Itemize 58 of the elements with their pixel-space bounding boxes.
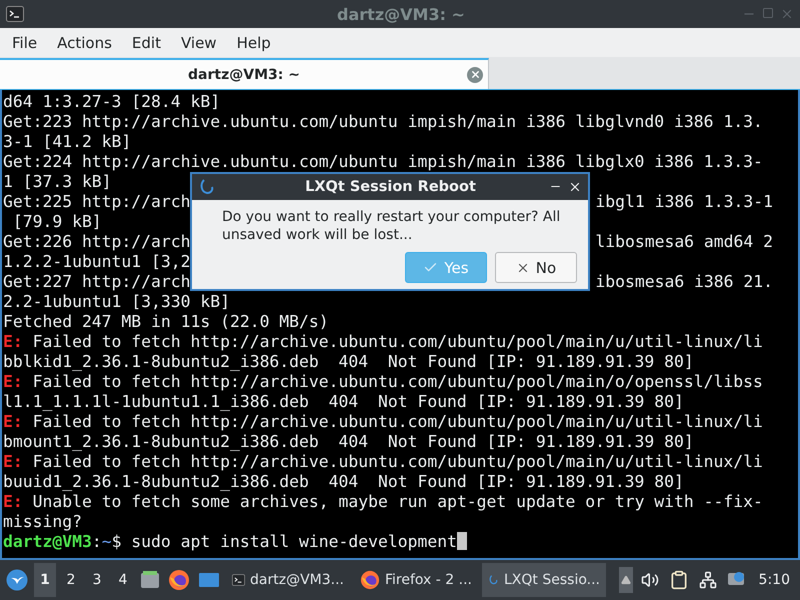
file-manager-icon[interactable] (138, 570, 162, 590)
taskbar-task[interactable]: LXQt Sessio... (482, 563, 606, 597)
desktop-switch[interactable]: 4 (112, 563, 134, 597)
desktop-icon[interactable] (196, 571, 222, 589)
terminal-line: libosmesa6 amd64 2 (595, 232, 773, 252)
terminal-line: 1 [37.3 kB] (3, 172, 112, 191)
menu-item[interactable]: Edit (122, 34, 171, 52)
terminal-line: missing? (3, 512, 82, 531)
browser-icon (360, 569, 380, 591)
terminal-line: Fetched 247 MB in 11s (22.0 MB/s) (3, 312, 329, 331)
terminal-icon (6, 6, 24, 22)
terminal-line: 1.2.2-1ubuntu1 [3,2 (3, 252, 190, 271)
network-icon[interactable] (696, 571, 719, 589)
error-line: E: Failed to fetch http://archive.ubuntu.com/ubuntu/pool/main/u/util-linux/li (3, 332, 763, 351)
eject-icon[interactable] (618, 567, 633, 593)
desktop-switch[interactable]: 2 (60, 563, 82, 597)
dialog-message: Do you want to really restart your computer? All unsaved work will be lost... (221, 208, 562, 244)
terminal-line: ibgl1 i386 1.3.3-1 (595, 192, 773, 212)
swirl-icon (198, 178, 216, 196)
terminal-icon (232, 572, 246, 588)
tab-label: dartz@VM3: ~ (187, 66, 301, 82)
menu-item[interactable]: View (170, 34, 227, 52)
terminal-line: Get:225 http://arch (3, 192, 190, 212)
command-prompt: dartz@VM3:~$ sudo apt install wine-development (3, 532, 457, 551)
terminal-line: ibosmesa6 i386 21. (595, 272, 773, 292)
error-line: E: Failed to fetch http://archive.ubuntu.com/ubuntu/pool/main/u/util-linux/li (3, 412, 763, 431)
terminal-line: Get:226 http://arch (3, 232, 190, 252)
menu-item[interactable]: File (2, 34, 48, 52)
menu-item[interactable]: Actions (47, 34, 122, 52)
terminal-line: buuid1_2.36.1-8ubuntu2_i386.deb 404 Not Found [IP: 91.189.91.39 80] (3, 472, 684, 491)
clock: 5:10 (758, 572, 790, 588)
menu-item[interactable]: Help (226, 34, 281, 52)
terminal-line: Get:224 http://archive.ubuntu.com/ubuntu impish/main i386 libglx0 i386 1.3.3- (3, 152, 763, 171)
browser-icon[interactable] (166, 569, 192, 591)
terminal-line: [79.9 kB] (12, 212, 102, 231)
terminal-line: l1.1_1.1.1l-1ubuntu1.1_i386.deb 404 Not Found [IP: 91.189.91.39 80] (3, 392, 684, 411)
desktop-switch[interactable]: 3 (86, 563, 108, 597)
text-cursor (456, 532, 467, 550)
start-menu-button[interactable] (4, 569, 30, 591)
terminal-line: 2.2-1ubuntu1 [3,330 kB] (3, 292, 230, 311)
terminal-line: Get:223 http://archive.ubuntu.com/ubuntu impish/main i386 libglvnd0 i386 1.3. (3, 112, 763, 131)
terminal-line: bmount1_2.36.1-8ubuntu2_i386.deb 404 Not Found [IP: 91.189.91.39 80] (3, 432, 694, 451)
no-button[interactable]: No (495, 252, 577, 283)
desktop-switch[interactable]: 1 (34, 563, 56, 597)
close-icon[interactable] (568, 180, 582, 194)
error-line: E: Unable to fetch some archives, maybe run apt-get update or try with --fix- (3, 492, 763, 511)
dialog-title: LXQt Session Reboot (304, 179, 477, 195)
volume-icon[interactable] (638, 571, 661, 589)
terminal-line: Get:227 http://arch (3, 272, 190, 292)
terminal-line: 3-1 [41.2 kB] (3, 132, 132, 151)
terminal-tab[interactable]: dartz@VM3: ~ (0, 58, 489, 89)
terminal-line: d64 1:3.27-3 [28.4 kB] (3, 92, 220, 111)
taskbar-task[interactable]: Firefox - 2 ... (354, 563, 478, 597)
error-line: E: Failed to fetch http://archive.ubuntu.com/ubuntu/pool/main/u/util-linux/li (3, 452, 763, 471)
error-line: E: Failed to fetch http://archive.ubuntu.com/ubuntu/pool/main/o/openssl/libss (3, 372, 763, 391)
window-title: dartz@VM3: ~ (336, 4, 466, 24)
terminal-line: bblkid1_2.36.1-8ubuntu2_i386.deb 404 Not Found [IP: 91.189.91.39 80] (3, 352, 694, 371)
taskbar-task[interactable]: dartz@VM3... (226, 563, 350, 597)
